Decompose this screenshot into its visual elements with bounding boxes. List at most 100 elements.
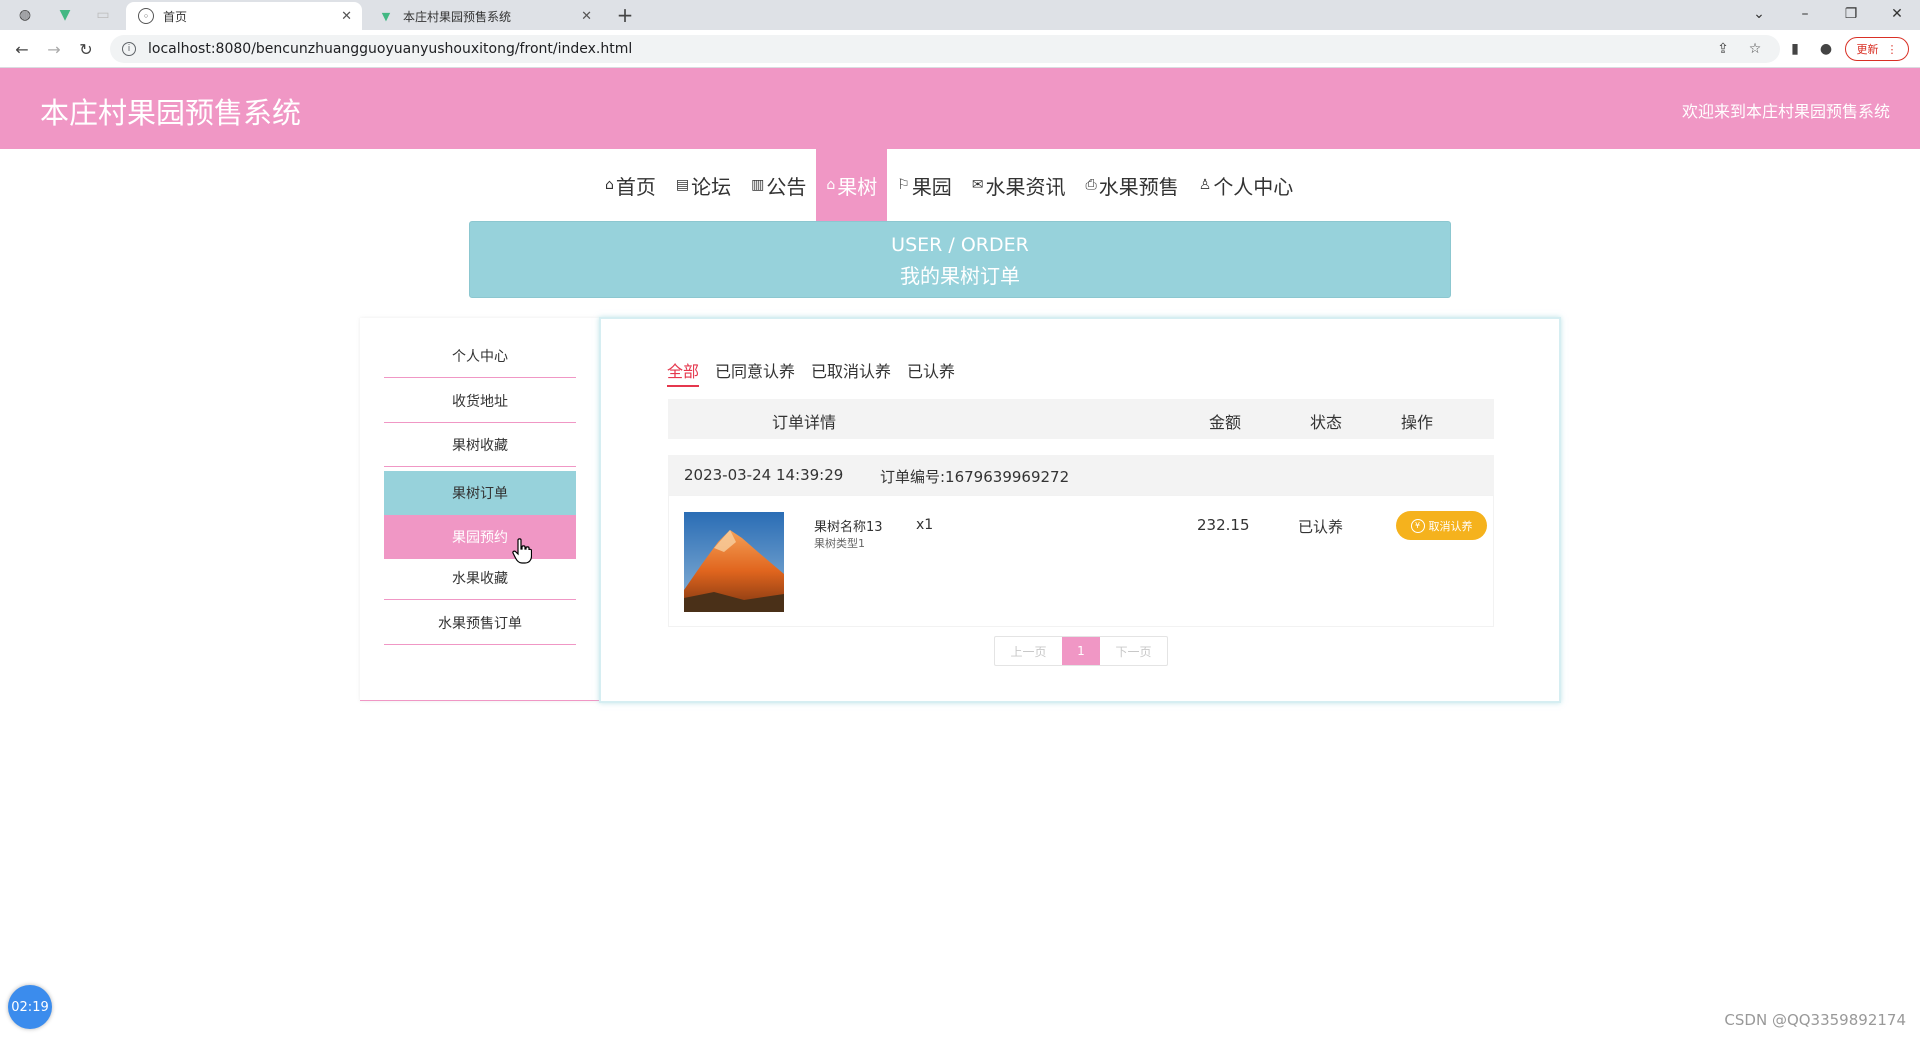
nav-fruit-tree[interactable]: ⌂ 果树	[816, 149, 888, 221]
nav-label: 水果资讯	[985, 174, 1066, 199]
address-bar-row: ← → ↻ i localhost:8080/bencunzhuangguoyu…	[0, 30, 1920, 68]
pagination: 上一页 1 下一页	[994, 636, 1168, 666]
side-item-profile[interactable]: 个人中心	[384, 334, 576, 378]
flag-icon: ⚐	[897, 177, 910, 193]
reload-icon[interactable]: ↻	[74, 38, 98, 60]
mail-icon: ✉	[971, 177, 984, 193]
notice-icon: ▥	[751, 177, 765, 193]
print-icon: ⎙	[1085, 177, 1097, 193]
order-number: 订单编号:1679639969272	[880, 468, 1070, 486]
tab-home[interactable]: ◦ 首页 ✕	[126, 2, 362, 30]
nav-label: 公告	[766, 174, 807, 199]
table-header: 订单详情 金额 状态 操作	[668, 399, 1494, 439]
product-image[interactable]	[684, 512, 784, 612]
welcome-text: 欢迎来到本庄村果园预售系统	[1681, 102, 1890, 121]
order-meta-row: 2023-03-24 14:39:29 订单编号:1679639969272	[668, 455, 1494, 495]
globe-icon: ◦	[138, 8, 154, 24]
tab-title: 本庄村果园预售系统	[403, 9, 512, 24]
nav-user-center[interactable]: ♙ 个人中心	[1189, 149, 1304, 221]
site-header: 本庄村果园预售系统 欢迎来到本庄村果园预售系统	[0, 68, 1920, 149]
product-name[interactable]: 果树名称13	[814, 516, 883, 535]
browser-tab-strip: ◍ ▼ ▭ ◦ 首页 ✕ ▼ 本庄村果园预售系统 ✕ + ⌄ – ❐ ✕	[0, 0, 1920, 30]
filter-cancelled[interactable]: 已取消认养	[811, 358, 891, 387]
restore-button[interactable]: ❐	[1830, 2, 1872, 26]
nav-label: 首页	[615, 174, 656, 199]
star-icon[interactable]: ☆	[1744, 39, 1766, 59]
blank-tab-icon[interactable]: ▭	[86, 3, 120, 27]
order-amount: 232.15	[1197, 516, 1250, 534]
site-title: 本庄村果园预售系统	[40, 96, 302, 130]
nav-label: 水果预售	[1098, 174, 1179, 199]
nav-home[interactable]: ⌂ 首页	[595, 149, 666, 221]
page-banner: USER / ORDER 我的果树订单	[469, 221, 1451, 298]
vue-icon[interactable]: ▼	[48, 3, 82, 27]
order-item-row: 果树名称13 果树类型1 x1 232.15 已认养 ¥ 取消认养	[668, 495, 1494, 627]
nav-label: 个人中心	[1213, 174, 1294, 199]
next-page-button[interactable]: 下一页	[1100, 637, 1167, 665]
watermark-text: CSDN @QQ3359892174	[1724, 1011, 1906, 1029]
profile-icon[interactable]: ●	[1815, 39, 1837, 59]
status-filter-tabs: 全部 已同意认养 已取消认养 已认养	[667, 358, 971, 387]
product-quantity: x1	[916, 517, 934, 533]
header-amount: 金额	[1209, 413, 1242, 432]
page-number-button[interactable]: 1	[1062, 637, 1100, 665]
nav-forum[interactable]: ▤ 论坛	[666, 149, 741, 221]
side-item-tree-orders[interactable]: 果树订单	[384, 471, 576, 515]
top-nav: ⌂ 首页 ▤ 论坛 ▥ 公告 ⌂ 果树 ⚐ 果园 ✉ 水果资讯 ⎙ 水果预售 ♙ 个人中心	[595, 149, 1303, 221]
side-item-fruit-favorites[interactable]: 水果收藏	[384, 556, 576, 600]
mountain-photo	[684, 512, 784, 612]
url-text: localhost:8080/bencunzhuangguoyuanyushou…	[148, 41, 633, 57]
filter-agreed[interactable]: 已同意认养	[715, 358, 795, 387]
filter-all[interactable]: 全部	[667, 358, 700, 387]
nav-label: 果树	[837, 174, 878, 199]
tab-title: 首页	[163, 9, 188, 24]
minimize-button[interactable]: –	[1784, 2, 1826, 26]
nav-notice[interactable]: ▥ 公告	[741, 149, 816, 221]
user-icon: ♙	[1198, 177, 1212, 193]
side-item-address[interactable]: 收货地址	[384, 379, 576, 423]
globe-icon[interactable]: ◍	[8, 3, 42, 27]
banner-title: 我的果树订单	[900, 264, 1020, 288]
nav-label: 论坛	[691, 174, 732, 199]
product-type: 果树类型1	[814, 537, 865, 550]
tab-system[interactable]: ▼ 本庄村果园预售系统 ✕	[366, 2, 602, 30]
back-arrow-icon[interactable]: ←	[10, 38, 34, 60]
nav-label: 果园	[911, 174, 952, 199]
window-close-button[interactable]: ✕	[1876, 2, 1918, 26]
sidepanel-icon[interactable]: ▮	[1784, 39, 1806, 59]
cancel-adoption-label: 取消认养	[1428, 519, 1473, 533]
banner-english: USER / ORDER	[891, 234, 1029, 256]
nav-fruit-presale[interactable]: ⎙ 水果预售	[1076, 149, 1189, 221]
header-action: 操作	[1401, 413, 1434, 432]
forward-arrow-icon[interactable]: →	[42, 38, 66, 60]
home-icon: ⌂	[605, 177, 614, 193]
recording-timer: 02:19	[8, 985, 52, 1029]
filter-adopted[interactable]: 已认养	[907, 358, 955, 387]
prev-page-button[interactable]: 上一页	[995, 637, 1062, 665]
yen-icon: ¥	[1410, 518, 1425, 533]
close-icon[interactable]: ✕	[341, 9, 352, 24]
side-menu: 个人中心 收货地址 果树收藏 果树订单 果园预约 水果收藏 水果预售订单	[360, 318, 600, 701]
header-status: 状态	[1310, 413, 1343, 432]
url-input[interactable]: i localhost:8080/bencunzhuangguoyuanyush…	[110, 35, 1780, 63]
share-icon[interactable]: ⇪	[1712, 39, 1734, 59]
side-item-tree-favorites[interactable]: 果树收藏	[384, 423, 576, 467]
info-icon[interactable]: i	[122, 42, 136, 56]
tab-search-icon[interactable]: ⌄	[1738, 2, 1780, 26]
nav-orchard[interactable]: ⚐ 果园	[887, 149, 962, 221]
update-button[interactable]: 更新 ⋮	[1845, 37, 1909, 61]
nav-fruit-news[interactable]: ✉ 水果资讯	[962, 149, 1076, 221]
order-status: 已认养	[1298, 518, 1344, 536]
cancel-adoption-button[interactable]: ¥ 取消认养	[1396, 511, 1487, 540]
side-item-orchard-booking[interactable]: 果园预约	[384, 515, 576, 559]
header-detail: 订单详情	[772, 413, 837, 432]
new-tab-button[interactable]: +	[608, 3, 642, 27]
vue-icon: ▼	[381, 9, 391, 23]
side-item-presale-orders[interactable]: 水果预售订单	[384, 601, 576, 645]
hand-cursor-icon	[512, 538, 532, 564]
order-time: 2023-03-24 14:39:29	[684, 466, 844, 484]
close-icon[interactable]: ✕	[581, 9, 592, 24]
order-panel: 全部 已同意认养 已取消认养 已认养 订单详情 金额 状态 操作 2023-03…	[599, 317, 1561, 703]
update-label: 更新	[1856, 43, 1879, 56]
menu-dots-icon: ⋮	[1886, 42, 1898, 56]
